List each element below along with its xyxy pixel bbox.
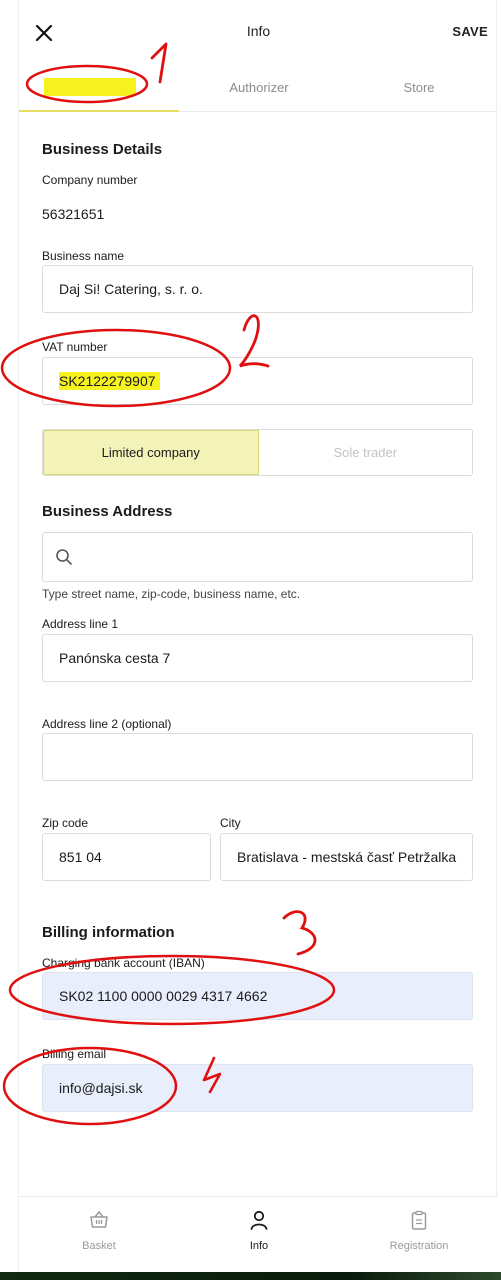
- company-type-selector[interactable]: Limited company Sole trader: [42, 429, 473, 476]
- tab-company[interactable]: Company: [19, 80, 179, 95]
- billing-email-value: info@dajsi.sk: [59, 1080, 143, 1096]
- billing-email-field[interactable]: info@dajsi.sk: [42, 1064, 473, 1112]
- address-line1-label: Address line 1: [42, 617, 119, 631]
- iban-label: Charging bank account (IBAN): [42, 956, 205, 970]
- business-name-field[interactable]: Daj Si! Catering, s. r. o.: [42, 265, 473, 313]
- billing-email-label: Billing email: [42, 1047, 107, 1061]
- zip-code-value: 851 04: [59, 849, 102, 865]
- taskbar-edge: [0, 1272, 501, 1280]
- nav-basket-label: Basket: [82, 1240, 116, 1252]
- bottom-navigation: Basket Info Registration: [19, 1196, 498, 1272]
- limited-company-option[interactable]: Limited company: [43, 430, 259, 475]
- company-number-label: Company number: [42, 173, 138, 187]
- tab-authorizer[interactable]: Authorizer: [179, 80, 339, 95]
- address-line1-field[interactable]: Panónska cesta 7: [42, 634, 473, 682]
- iban-field[interactable]: SK02 1100 0000 0029 4317 4662: [42, 972, 473, 1020]
- active-tab-indicator: [19, 110, 179, 112]
- search-icon: [56, 549, 72, 565]
- zip-code-label: Zip code: [42, 816, 89, 830]
- tab-store-label: Store: [403, 80, 435, 95]
- tab-authorizer-label: Authorizer: [229, 80, 289, 95]
- nav-registration-label: Registration: [389, 1240, 449, 1252]
- city-value: Bratislava - mestská časť Petržalka: [237, 849, 457, 865]
- business-name-label: Business name: [42, 249, 125, 263]
- iban-value: SK02 1100 0000 0029 4317 4662: [59, 988, 268, 1004]
- address-line2-label: Address line 2 (optional): [42, 717, 172, 731]
- nav-info[interactable]: Info: [179, 1209, 339, 1252]
- vat-number-value: SK2122279907: [59, 372, 160, 390]
- address-line2-field[interactable]: [42, 733, 473, 781]
- business-name-value: Daj Si! Catering, s. r. o.: [59, 281, 203, 297]
- address-line1-value: Panónska cesta 7: [59, 650, 171, 666]
- page-title: Info: [246, 23, 271, 39]
- basket-icon: [90, 1210, 108, 1228]
- city-field[interactable]: Bratislava - mestská časť Petržalka: [220, 833, 473, 881]
- address-search-helper: Type street name, zip-code, business nam…: [42, 587, 301, 601]
- zip-code-field[interactable]: 851 04: [42, 833, 211, 881]
- billing-heading: Billing information: [42, 924, 175, 941]
- business-details-heading: Business Details: [42, 141, 163, 158]
- nav-basket[interactable]: Basket: [19, 1209, 179, 1252]
- sole-trader-option[interactable]: Sole trader: [259, 430, 473, 475]
- city-label: City: [220, 816, 241, 830]
- nav-info-label: Info: [249, 1240, 269, 1252]
- tab-store[interactable]: Store: [339, 80, 499, 95]
- business-address-heading: Business Address: [42, 503, 173, 520]
- address-search-input[interactable]: [42, 532, 473, 582]
- nav-registration[interactable]: Registration: [339, 1209, 499, 1252]
- tab-company-label: Company: [71, 80, 127, 95]
- person-icon: [250, 1210, 268, 1230]
- vat-number-field[interactable]: SK2122279907: [42, 357, 473, 405]
- company-number-value: 56321651: [42, 206, 105, 222]
- vat-number-label: VAT number: [42, 340, 108, 354]
- save-button[interactable]: SAVE: [452, 24, 488, 39]
- clipboard-icon: [411, 1210, 427, 1230]
- info-screen: Info SAVE Company Authorizer Store Busin…: [18, 0, 499, 1280]
